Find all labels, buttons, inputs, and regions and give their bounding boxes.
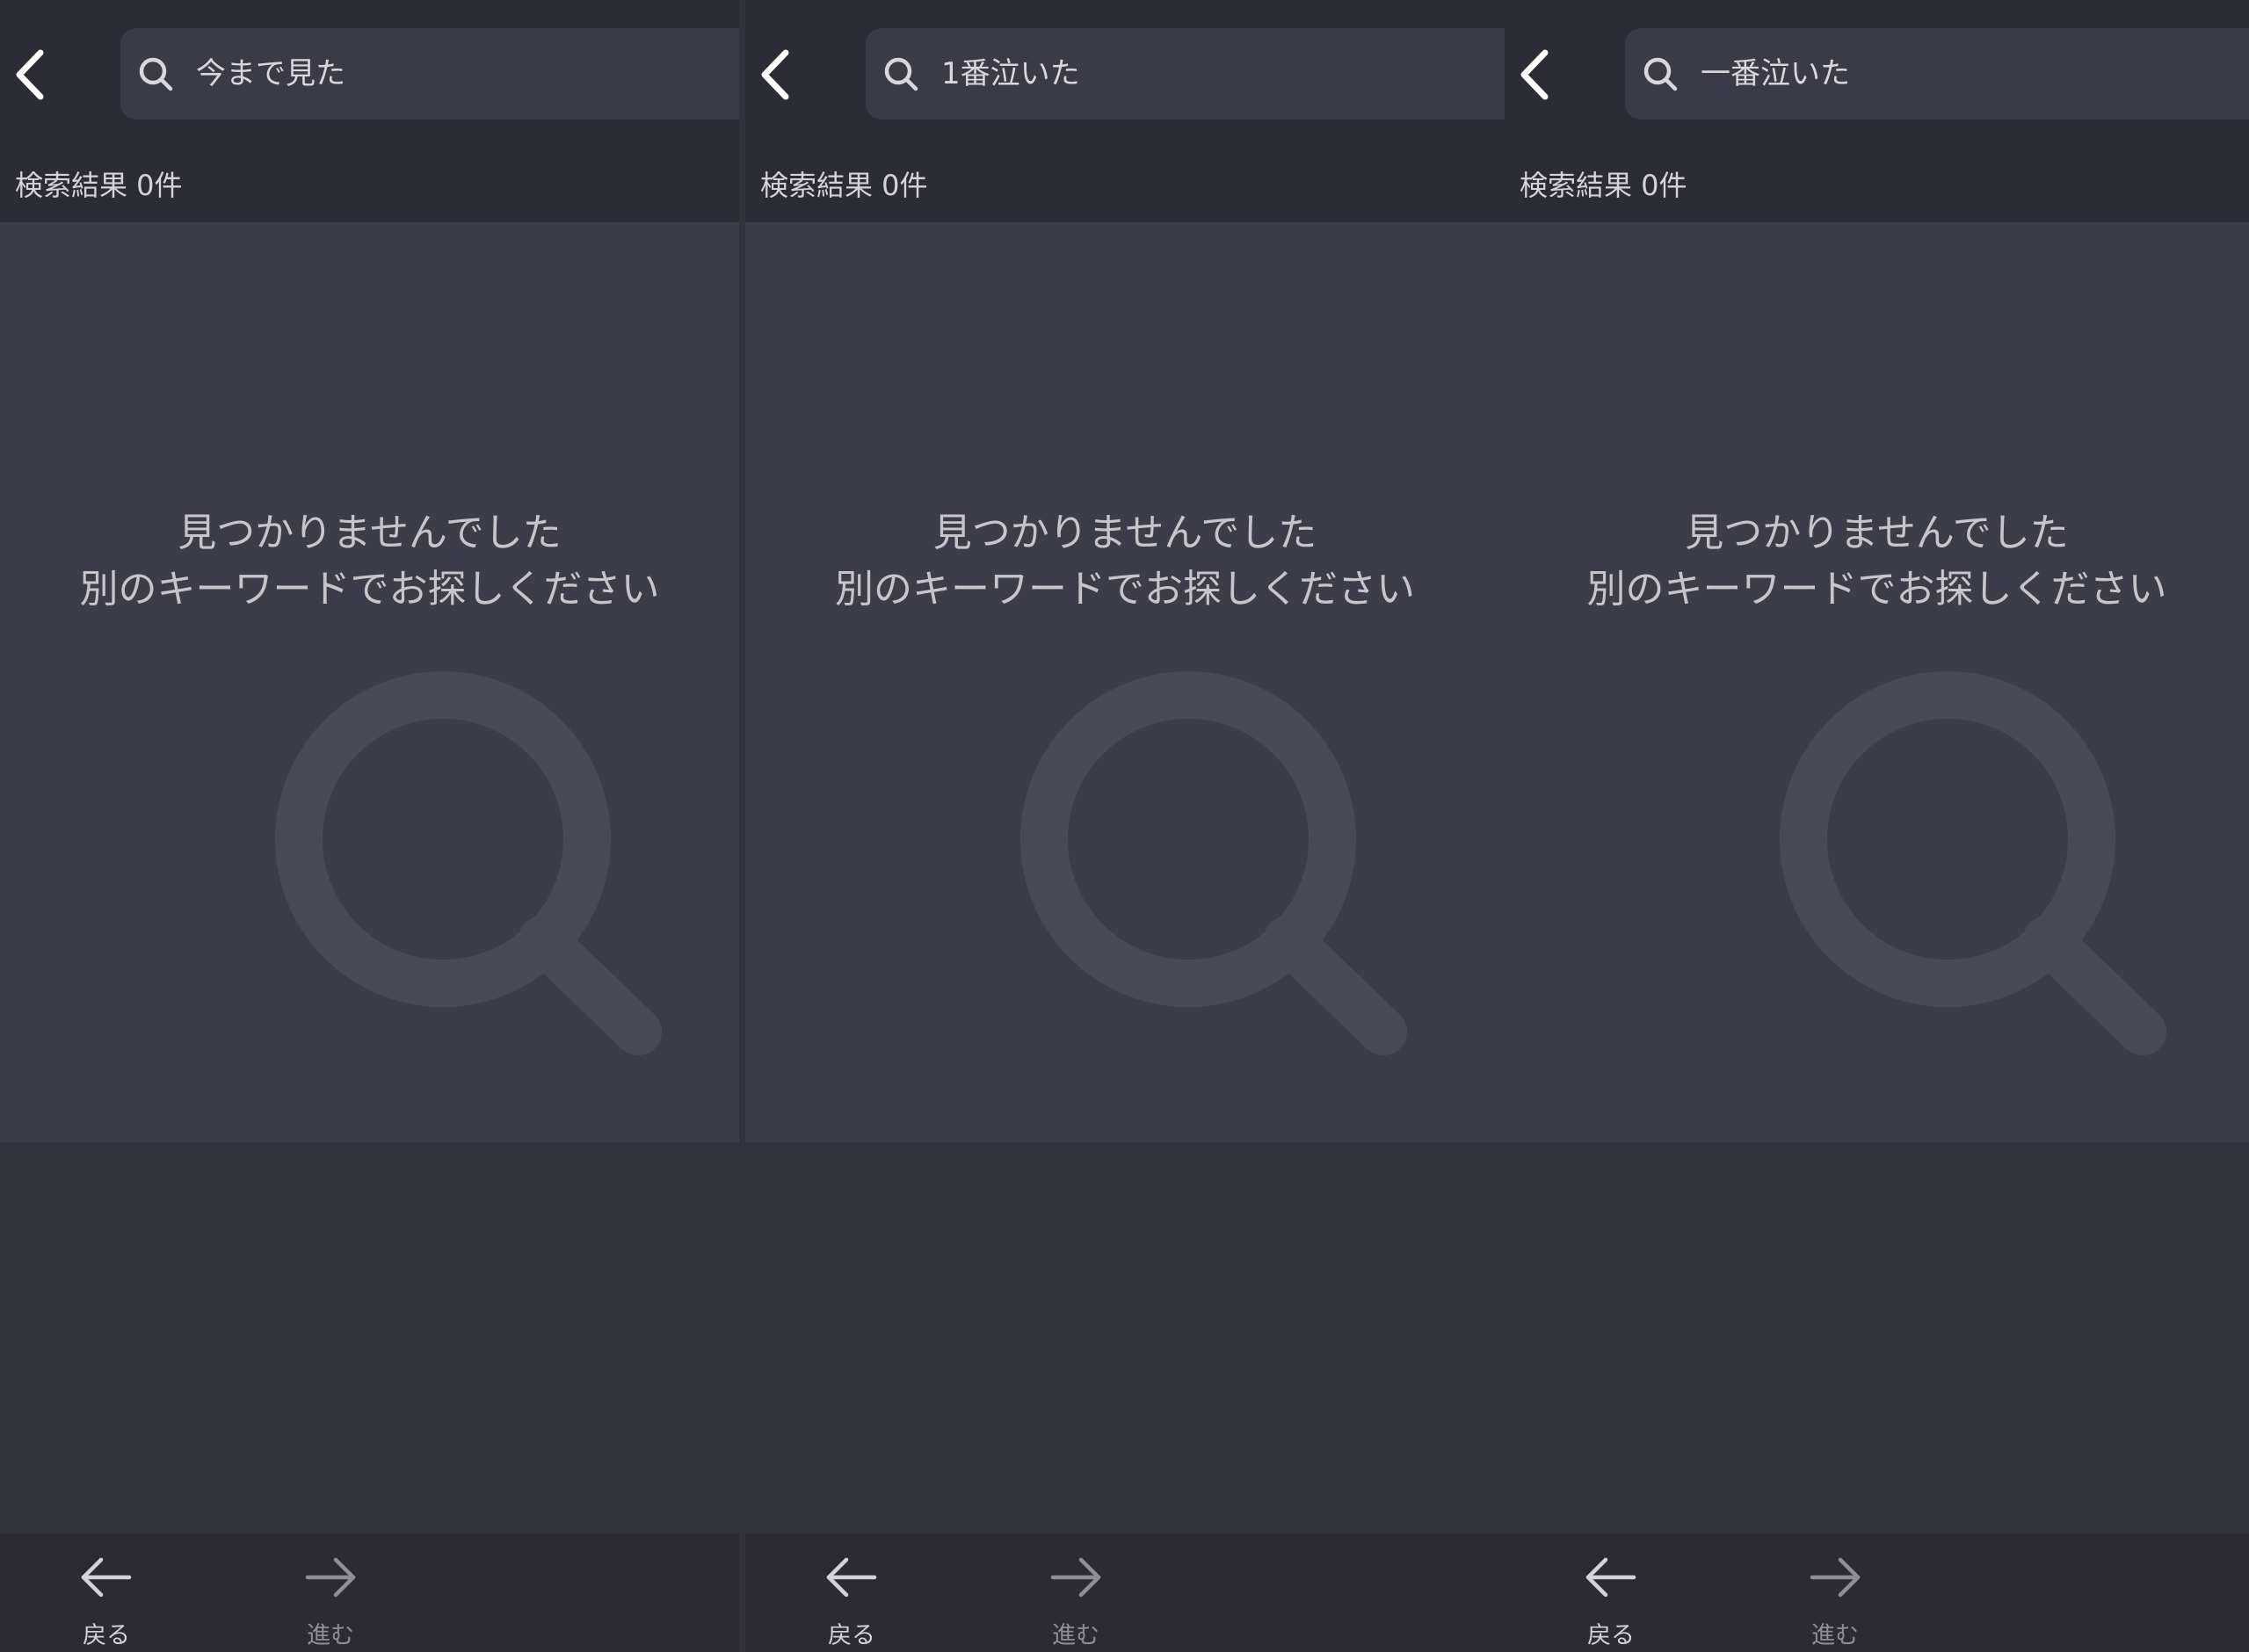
header: 検索結果 0件 (0, 0, 739, 222)
search-input[interactable] (196, 28, 739, 120)
back-button[interactable] (0, 35, 62, 114)
empty-state-search-icon (275, 671, 662, 1055)
chevron-left-icon (1520, 49, 1549, 100)
empty-state-title: 見つかりませんでした (932, 511, 1317, 555)
result-count: 検索結果 0件 (760, 169, 928, 202)
nav-forward-label: 進む (1811, 1622, 1859, 1649)
nav-forward-button[interactable]: 進む (1774, 1533, 1897, 1652)
search-icon (139, 57, 173, 91)
empty-state-subtitle: 別のキーワードでお探しください (1586, 567, 2167, 612)
result-count: 検索結果 0件 (1520, 169, 1687, 202)
arrow-left-icon (1585, 1557, 1636, 1598)
empty-state-search-icon (1780, 671, 2166, 1055)
header: 検索結果 0件 (745, 0, 1505, 222)
arrow-right-icon (305, 1557, 356, 1598)
search-icon (1643, 57, 1678, 91)
search-field[interactable] (866, 28, 1505, 120)
search-input[interactable] (941, 28, 1505, 120)
search-icon (884, 57, 918, 91)
search-field[interactable] (1625, 28, 2249, 120)
arrow-left-icon (81, 1557, 132, 1598)
nav-forward-label: 進む (1052, 1622, 1099, 1649)
arrow-right-icon (1050, 1557, 1101, 1598)
search-field[interactable] (120, 28, 739, 120)
chevron-left-icon (16, 49, 44, 100)
search-result-panel-1: 検索結果 0件 見つかりませんでした 別のキーワードでお探しください 戻る (0, 0, 739, 1652)
empty-state-subtitle: 別のキーワードでお探しください (835, 567, 1415, 612)
nav-back-button[interactable]: 戻る (790, 1533, 913, 1652)
nav-forward-button[interactable]: 進む (269, 1533, 392, 1652)
browser-toolbar: 戻る 進む (745, 1533, 1505, 1652)
back-button[interactable] (1505, 35, 1566, 114)
result-count: 検索結果 0件 (15, 169, 183, 202)
nav-back-label: 戻る (828, 1622, 875, 1649)
empty-state-title: 見つかりませんでした (178, 511, 562, 555)
search-result-panel-3: 検索結果 0件 見つかりませんでした 別のキーワードでお探しください 戻る (1505, 0, 2249, 1652)
header: 検索結果 0件 (1505, 0, 2249, 222)
nav-back-label: 戻る (83, 1622, 130, 1649)
blank-area (745, 1142, 1505, 1533)
browser-toolbar: 戻る 進む (1505, 1533, 2249, 1652)
screenshot-collage: 検索結果 0件 見つかりませんでした 別のキーワードでお探しください 戻る (0, 0, 2249, 1652)
nav-forward-button[interactable]: 進む (1014, 1533, 1137, 1652)
empty-state-title: 見つかりませんでした (1685, 511, 2069, 555)
nav-forward-label: 進む (307, 1622, 354, 1649)
arrow-right-icon (1810, 1557, 1861, 1598)
empty-state-subtitle: 別のキーワードでお探しください (79, 567, 660, 612)
chevron-left-icon (761, 49, 789, 100)
nav-back-button[interactable]: 戻る (1549, 1533, 1672, 1652)
browser-toolbar: 戻る 進む (0, 1533, 739, 1652)
search-input[interactable] (1701, 28, 2249, 120)
nav-back-label: 戻る (1587, 1622, 1635, 1649)
blank-area (1505, 1142, 2249, 1533)
nav-back-button[interactable]: 戻る (45, 1533, 168, 1652)
back-button[interactable] (745, 35, 807, 114)
empty-state-search-icon (1020, 671, 1407, 1055)
search-result-panel-2: 検索結果 0件 見つかりませんでした 別のキーワードでお探しください 戻る (745, 0, 1505, 1652)
blank-area (0, 1142, 739, 1533)
arrow-left-icon (826, 1557, 877, 1598)
